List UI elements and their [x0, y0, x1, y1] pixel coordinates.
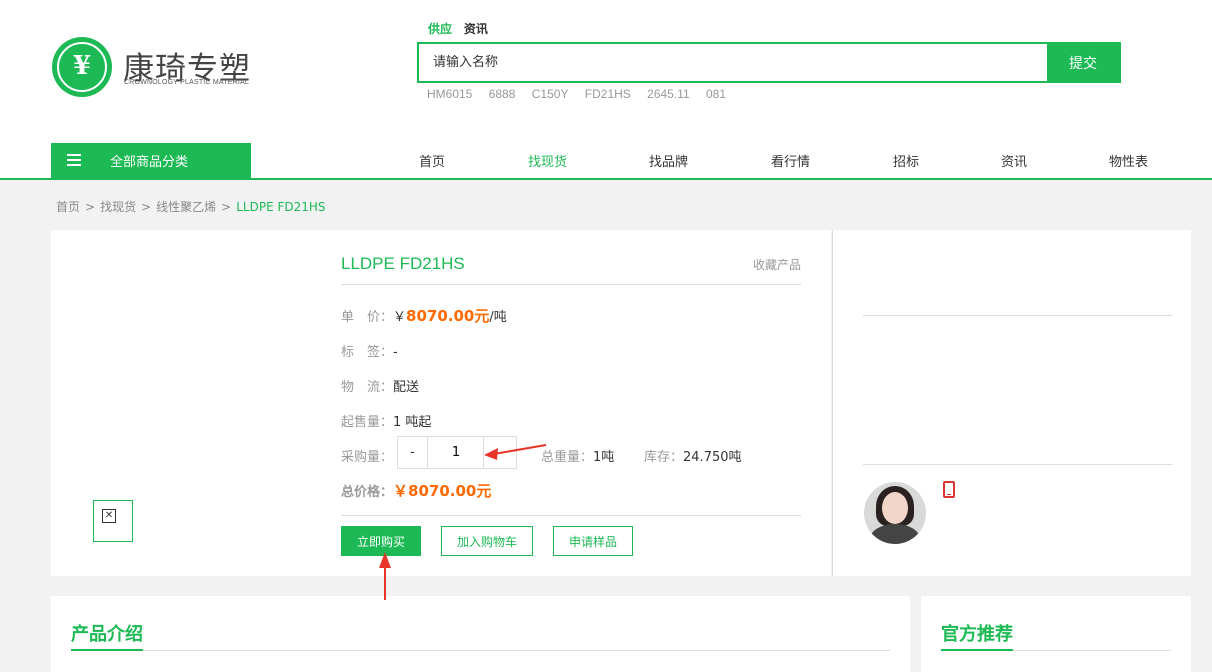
favorite-product-link[interactable]: 收藏产品 [753, 256, 801, 273]
quantity-input[interactable] [428, 437, 484, 468]
logo-emblem-icon: ¥ [52, 37, 112, 97]
divider [341, 515, 801, 516]
product-title: LLDPE FD21HS [341, 254, 465, 273]
official-recommend-section: 官方推荐 [921, 596, 1191, 672]
search-submit-button[interactable]: 提交 [1047, 44, 1119, 81]
breadcrumb-item[interactable]: 线性聚乙烯 [156, 200, 216, 214]
annotation-arrow-quantity [484, 444, 547, 460]
seller-avatar[interactable] [864, 482, 926, 544]
product-intro-section: 产品介绍 [51, 596, 910, 672]
tag-label: 标 签： [341, 345, 394, 360]
annotation-arrow-buy [379, 552, 391, 600]
logistics-value: 配送 [393, 380, 420, 395]
hot-keyword[interactable]: 2645.11 [647, 87, 690, 101]
unit-price-row: 单 价：￥8070.00元/吨 [341, 305, 507, 326]
menu-icon [67, 154, 81, 166]
divider [863, 315, 1172, 316]
broken-image-icon: ✕ [102, 509, 116, 523]
all-categories-label: 全部商品分类 [110, 155, 189, 170]
total-weight-row: 总重量：1吨 [541, 446, 614, 465]
nav-item-brand[interactable]: 找品牌 [649, 151, 688, 170]
hot-keywords: HM6015 6888 C150Y FD21HS 2645.11 081 [427, 87, 739, 101]
currency-symbol: ￥ [393, 310, 407, 325]
unit-price-label: 单 价： [341, 310, 394, 325]
stock-label: 库存： [644, 450, 684, 465]
min-order-value: 1 吨起 [393, 415, 432, 430]
tag-value: - [393, 345, 398, 360]
total-price-value: ￥8070.00元 [393, 482, 492, 500]
quantity-label: 采购量： [341, 450, 394, 465]
total-price-row: 总价格：￥8070.00元 [341, 480, 491, 501]
section-divider [941, 649, 1171, 651]
unit-price-unit: /吨 [489, 310, 507, 325]
search-tab-supply[interactable]: 供应 [428, 22, 452, 36]
product-panel: ✕ LLDPE FD21HS 收藏产品 单 价：￥8070.00元/吨 标 签：… [51, 230, 831, 576]
add-to-cart-button[interactable]: 加入购物车 [441, 526, 533, 556]
min-order-row: 起售量：1 吨起 [341, 411, 431, 430]
stock-value: 24.750吨 [683, 450, 742, 465]
total-price-label: 总价格： [341, 485, 394, 500]
nav-item-market[interactable]: 看行情 [771, 151, 810, 170]
search-input[interactable] [419, 44, 1049, 81]
search-box: 提交 [417, 42, 1121, 83]
quantity-label-row: 采购量： [341, 446, 393, 465]
nav-item-spot[interactable]: 找现货 [528, 151, 567, 170]
breadcrumb-current: LLDPE FD21HS [236, 200, 326, 214]
stock-row: 库存：24.750吨 [644, 446, 742, 465]
logistics-row: 物 流：配送 [341, 376, 419, 395]
breadcrumb-item[interactable]: 找现货 [100, 200, 136, 214]
hot-keyword[interactable]: 6888 [489, 87, 516, 101]
section-divider [71, 649, 890, 651]
unit-price-value: 8070.00元 [406, 307, 490, 325]
logo[interactable]: ¥ 康琦专塑 CROWNOLOGY PLASTIC MATERIAL [52, 37, 252, 99]
breadcrumb-item[interactable]: 首页 [56, 200, 80, 214]
hot-keyword[interactable]: FD21HS [585, 87, 631, 101]
search-tab-news[interactable]: 资讯 [464, 22, 488, 36]
seller-panel [832, 230, 1191, 576]
product-image[interactable]: ✕ [93, 500, 133, 542]
phone-icon[interactable] [943, 481, 955, 498]
tag-row: 标 签：- [341, 341, 398, 360]
hot-keyword[interactable]: 081 [706, 87, 726, 101]
divider [863, 464, 1172, 465]
divider [341, 284, 801, 285]
nav-item-news[interactable]: 资讯 [1001, 151, 1027, 170]
search-tabs: 供应 资讯 [428, 20, 496, 37]
quantity-decrease-button[interactable]: - [398, 437, 428, 468]
main-nav: 全部商品分类 首页 找现货 找品牌 看行情 招标 资讯 物性表 [0, 143, 1212, 180]
brand-subtitle: CROWNOLOGY PLASTIC MATERIAL [124, 79, 249, 86]
hot-keyword[interactable]: HM6015 [427, 87, 472, 101]
product-intro-title: 产品介绍 [71, 624, 143, 645]
nav-item-home[interactable]: 首页 [419, 151, 445, 170]
breadcrumb: 首页 > 找现货 > 线性聚乙烯 > LLDPE FD21HS [56, 200, 326, 214]
min-order-label: 起售量： [341, 415, 394, 430]
all-categories-button[interactable]: 全部商品分类 [51, 143, 251, 178]
nav-item-property-table[interactable]: 物性表 [1109, 151, 1148, 170]
logistics-label: 物 流： [341, 380, 394, 395]
nav-item-tender[interactable]: 招标 [893, 151, 919, 170]
official-recommend-title: 官方推荐 [941, 624, 1013, 645]
hot-keyword[interactable]: C150Y [532, 87, 569, 101]
request-sample-button[interactable]: 申请样品 [553, 526, 633, 556]
total-weight-value: 1吨 [593, 450, 615, 465]
